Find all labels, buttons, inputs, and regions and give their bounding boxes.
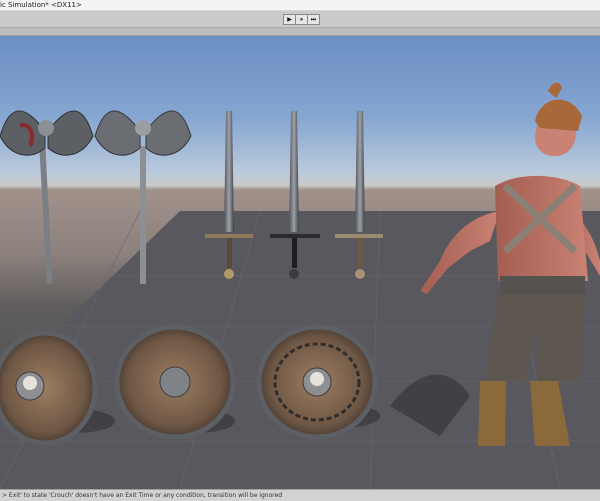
pause-icon: ⏸: [299, 16, 303, 23]
game-view-tabbar: [0, 28, 600, 36]
game-viewport[interactable]: [0, 36, 600, 489]
editor-toolbar: ▶ ⏸ ⏭: [0, 11, 600, 28]
round-shield-skull[interactable]: [0, 330, 98, 446]
window-title: ic Simulation* <DX11>: [0, 1, 82, 9]
round-shield-boss[interactable]: [114, 324, 236, 440]
play-controls: ▶ ⏸ ⏭: [283, 14, 320, 25]
round-shield-chain-skull[interactable]: [256, 324, 378, 440]
window-titlebar: ic Simulation* <DX11>: [0, 0, 600, 11]
double-axe-bloody[interactable]: [0, 110, 94, 285]
console-message[interactable]: > Exit' to state 'Crouch' doesn't have a…: [2, 490, 282, 501]
step-icon: ⏭: [310, 16, 317, 23]
step-button[interactable]: ⏭: [307, 14, 320, 25]
play-icon: ▶: [287, 16, 292, 23]
scene-render: [0, 82, 600, 489]
status-bar: > Exit' to state 'Crouch' doesn't have a…: [0, 489, 600, 501]
